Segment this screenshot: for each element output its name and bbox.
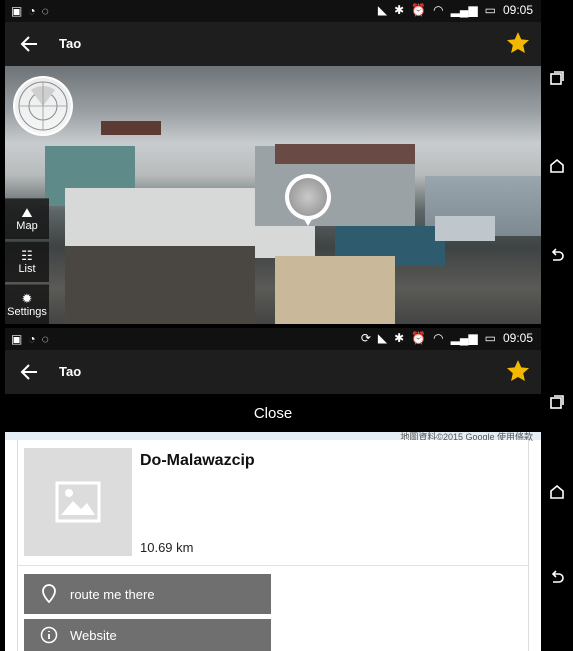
poi-title: Do-Malawazcip — [140, 452, 255, 469]
poi-detail-sheet: 地圖資料©2015 Google 使用條款 Do-Malawazcip 10.6… — [5, 432, 541, 651]
recent-apps-icon[interactable] — [545, 66, 569, 90]
poi-marker-thumbnail — [289, 178, 327, 216]
sacks — [275, 256, 395, 324]
radar-compass[interactable] — [13, 76, 73, 136]
status-bar: ▣ ◔ ◌ ◣ ✱ ⏰ ◠ ▂▄▆ ▭ 09:05 — [5, 0, 541, 22]
side-menu-label: Map — [16, 220, 38, 232]
poi-distance: 10.69 km — [140, 540, 194, 555]
back-arrow-icon[interactable] — [19, 34, 39, 54]
alarm-icon: ⏰ — [411, 3, 427, 17]
header-title: Tao — [59, 36, 82, 51]
route-me-there-button[interactable]: route me there — [24, 574, 271, 614]
settings-icon: ✹ — [21, 291, 33, 306]
status-bar: ▣ ◔ ◌ ⟳ ◣ ✱ ⏰ ◠ ▂▄▆ ▭ 09:05 — [5, 328, 541, 350]
close-button[interactable]: Close — [5, 394, 541, 432]
home-icon[interactable] — [545, 154, 569, 178]
parked-car — [435, 216, 495, 241]
list-icon: ☷ — [21, 248, 33, 263]
side-menu-settings-button[interactable]: ✹ Settings — [5, 284, 49, 324]
image-icon: ▣ — [11, 4, 23, 18]
sync-icon: ◌ — [41, 4, 49, 18]
bluetooth-icon: ✱ — [394, 3, 405, 17]
close-label: Close — [253, 404, 293, 422]
action-label: Website — [70, 627, 117, 643]
back-nav-icon[interactable] — [545, 566, 569, 590]
website-button[interactable]: Website — [24, 619, 271, 651]
signal-icon: ▂▄▆ — [450, 331, 478, 345]
side-menu-label: Settings — [7, 306, 47, 318]
wifi-icon: ◠ — [433, 3, 444, 17]
favorite-star-icon[interactable] — [505, 30, 531, 56]
building-roof — [101, 121, 161, 135]
location-icon: ◣ — [377, 331, 388, 345]
battery-icon: ▭ — [484, 331, 496, 345]
status-time: 09:05 — [502, 331, 533, 345]
status-time: 09:05 — [502, 3, 533, 17]
system-nav-bar — [541, 0, 573, 651]
battery-icon: ▭ — [484, 3, 496, 17]
app-header: Tao — [5, 350, 541, 394]
poi-card: Do-Malawazcip 10.69 km route me there We… — [17, 440, 529, 651]
poi-marker[interactable] — [285, 174, 331, 226]
favorite-star-icon[interactable] — [505, 358, 531, 384]
home-icon[interactable] — [545, 480, 569, 504]
back-nav-icon[interactable] — [545, 244, 569, 268]
image-placeholder-icon — [55, 481, 101, 523]
side-menu-map-button[interactable]: ⛰ Map — [5, 198, 49, 239]
poi-image-placeholder — [24, 448, 132, 556]
back-arrow-icon[interactable] — [19, 362, 39, 382]
screen-ar-view: ▣ ◔ ◌ ◣ ✱ ⏰ ◠ ▂▄▆ ▭ 09:05 Tao ⛰ Map ☷ Li… — [5, 0, 541, 328]
side-menu-label: List — [18, 263, 36, 275]
alarm-icon: ⏰ — [411, 331, 427, 345]
map-preview-strip[interactable]: 地圖資料©2015 Google 使用條款 — [5, 432, 541, 442]
divider — [18, 565, 528, 566]
camera-view[interactable]: ⛰ Map ☷ List ✹ Settings — [5, 66, 541, 324]
wifi-broadcast-icon: ◔ — [28, 4, 36, 18]
side-menu-list-button[interactable]: ☷ List — [5, 241, 49, 282]
location-icon: ◣ — [377, 3, 388, 17]
signal-icon: ▂▄▆ — [450, 3, 478, 17]
building-roof — [275, 144, 415, 164]
info-icon — [36, 626, 62, 644]
shed-roof — [65, 246, 255, 324]
sync-icon: ◌ — [41, 332, 49, 346]
wifi-broadcast-icon: ◔ — [28, 332, 36, 346]
rotate-icon: ⟳ — [360, 331, 371, 345]
recent-apps-icon[interactable] — [545, 390, 569, 414]
bluetooth-icon: ✱ — [394, 331, 405, 345]
image-icon: ▣ — [11, 332, 23, 346]
header-title: Tao — [59, 364, 82, 379]
map-icon: ⛰ — [21, 205, 33, 220]
app-header: Tao — [5, 22, 541, 66]
location-pin-icon — [36, 584, 62, 604]
wifi-icon: ◠ — [433, 331, 444, 345]
action-label: route me there — [70, 586, 155, 602]
